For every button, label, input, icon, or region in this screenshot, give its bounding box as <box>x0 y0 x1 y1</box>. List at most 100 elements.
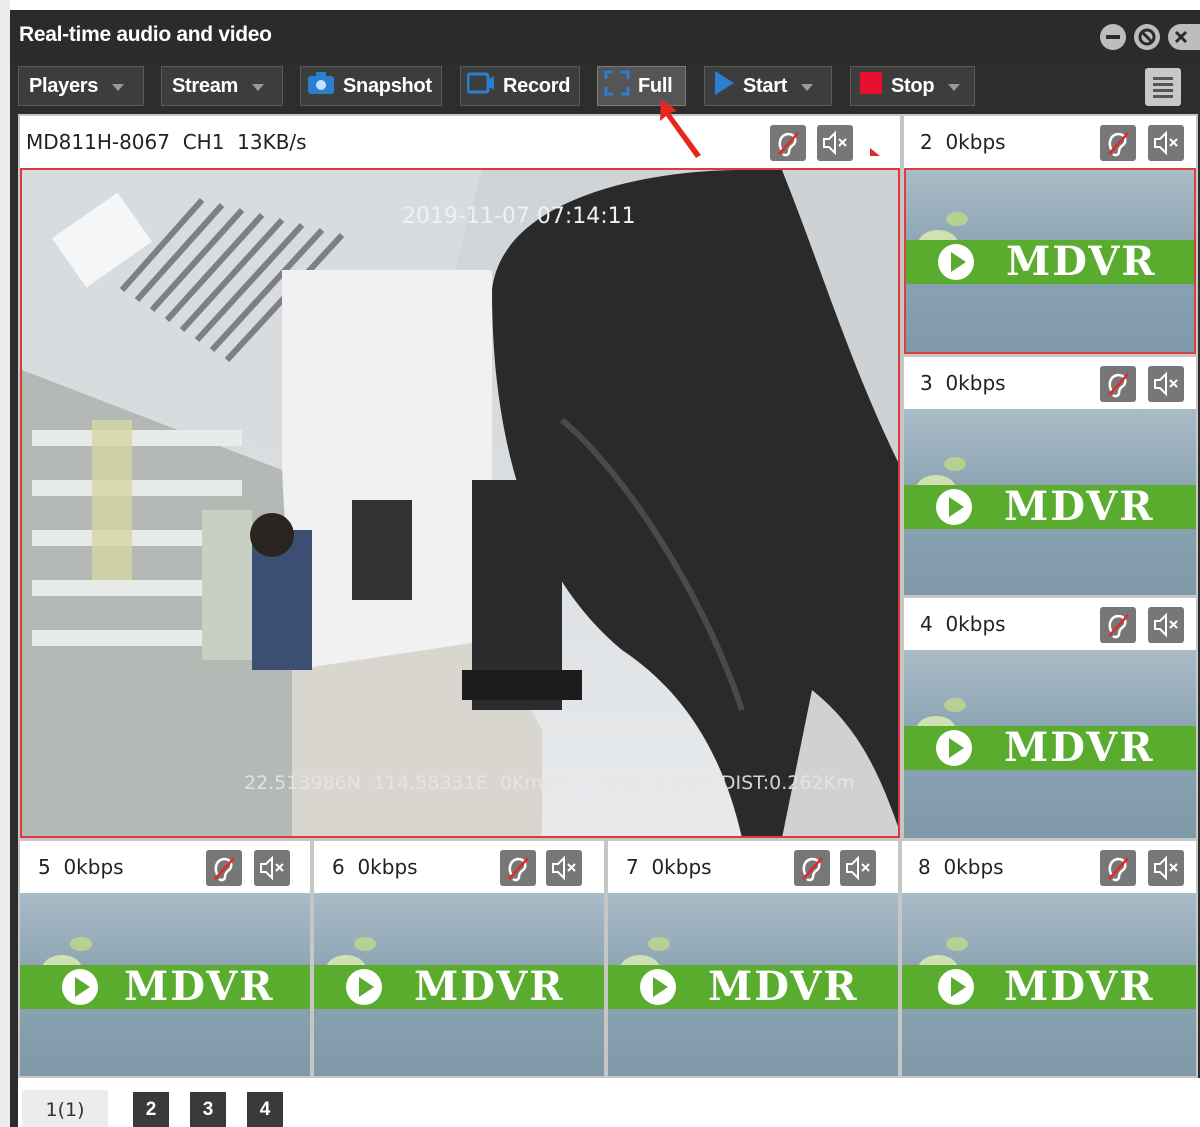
start-label: Start <box>743 74 788 97</box>
stream-dropdown[interactable]: Stream <box>161 66 283 106</box>
channel-video[interactable]: MDVR <box>904 168 1196 354</box>
channel-label: 5 0kbps <box>38 855 124 879</box>
listen-icon[interactable] <box>1100 125 1136 161</box>
listen-icon[interactable] <box>794 850 830 886</box>
channel-label: 3 0kbps <box>920 371 1006 395</box>
channel-cell-2[interactable]: 2 0kbps MDVR <box>904 116 1196 354</box>
red-arrow-annotation-icon <box>660 99 701 158</box>
channel-video[interactable]: MDVR <box>902 893 1196 1076</box>
play-icon <box>713 70 735 102</box>
mdvr-logo: MDVR <box>1004 963 1155 1010</box>
stream-label: Stream <box>172 74 239 97</box>
channel-video[interactable]: MDVR <box>608 893 898 1076</box>
play-logo-icon <box>938 969 974 1005</box>
channel-video[interactable]: MDVR <box>904 409 1196 595</box>
pager-page-4[interactable]: 4 <box>247 1092 283 1127</box>
chevron-down-icon <box>252 83 265 91</box>
chevron-down-icon <box>801 83 814 91</box>
toolbar: Players Stream Snapshot Record Full Star… <box>10 62 1200 114</box>
mdvr-logo: MDVR <box>124 963 275 1010</box>
play-logo-icon <box>346 969 382 1005</box>
mute-icon[interactable] <box>840 850 876 886</box>
channel-header: 2 0kbps <box>904 116 1196 168</box>
main-channel-label: MD811H-8067 CH1 13KB/s <box>26 130 307 154</box>
record-icon <box>466 71 495 101</box>
pager-current[interactable]: 1(1) <box>22 1090 108 1127</box>
listen-icon[interactable] <box>500 850 536 886</box>
players-dropdown[interactable]: Players <box>18 66 144 106</box>
play-logo-icon <box>62 969 98 1005</box>
mdvr-logo: MDVR <box>1004 724 1155 771</box>
minimize-icon[interactable] <box>1100 24 1126 50</box>
channel-cell-3[interactable]: 3 0kbps MDVR <box>904 357 1196 595</box>
channel-header: 5 0kbps <box>20 841 310 893</box>
video-grid: MD811H-8067 CH1 13KB/s 2019-11-07 07:14:… <box>18 114 1198 1078</box>
listen-icon[interactable] <box>770 125 806 161</box>
main-video[interactable]: 2019-11-07 07:14:11 22.513986N 114.58331… <box>20 168 900 838</box>
stop-dropdown[interactable]: Stop <box>850 66 975 106</box>
channel-label: 6 0kbps <box>332 855 418 879</box>
start-dropdown[interactable]: Start <box>704 66 832 106</box>
pager-page-3[interactable]: 3 <box>190 1092 226 1127</box>
channel-label: 8 0kbps <box>918 855 1004 879</box>
mute-icon[interactable] <box>1148 366 1184 402</box>
window: Real-time audio and video Players Stream… <box>10 10 1200 1127</box>
video-timestamp: 2019-11-07 07:14:11 <box>402 204 636 229</box>
channel-label: 2 0kbps <box>920 130 1006 154</box>
mdvr-logo: MDVR <box>1006 238 1157 285</box>
desktop-background <box>0 0 10 1127</box>
main-channel-header: MD811H-8067 CH1 13KB/s <box>20 116 900 168</box>
record-label: Record <box>503 74 571 97</box>
channel-cell-5[interactable]: 5 0kbps MDVR <box>20 841 310 1076</box>
listen-icon[interactable] <box>206 850 242 886</box>
play-logo-icon <box>640 969 676 1005</box>
mute-icon[interactable] <box>1148 607 1184 643</box>
snapshot-label: Snapshot <box>343 74 432 97</box>
restore-icon[interactable] <box>1134 24 1160 50</box>
play-logo-icon <box>936 730 972 766</box>
main-video-cell[interactable]: MD811H-8067 CH1 13KB/s 2019-11-07 07:14:… <box>20 116 900 838</box>
mdvr-logo: MDVR <box>708 963 859 1010</box>
play-logo-icon <box>936 489 972 525</box>
channel-cell-4[interactable]: 4 0kbps MDVR <box>904 598 1196 838</box>
channel-header: 3 0kbps <box>904 357 1196 409</box>
menu-icon[interactable] <box>1145 68 1181 106</box>
mute-icon[interactable] <box>1148 850 1184 886</box>
video-gps-info: 22.513986N 114.58331E 0Km/H TIME:4:03H D… <box>244 772 855 794</box>
stop-icon <box>859 71 883 101</box>
stop-label: Stop <box>891 74 935 97</box>
snapshot-button[interactable]: Snapshot <box>300 66 442 106</box>
chevron-down-icon <box>112 83 125 91</box>
chevron-down-icon <box>948 83 961 91</box>
players-label: Players <box>29 74 99 97</box>
listen-icon[interactable] <box>1100 607 1136 643</box>
channel-header: 7 0kbps <box>608 841 898 893</box>
channel-header: 8 0kbps <box>902 841 1196 893</box>
play-logo-icon <box>938 244 974 280</box>
channel-cell-7[interactable]: 7 0kbps MDVR <box>608 841 898 1076</box>
fullscreen-icon <box>604 70 630 102</box>
camera-icon <box>307 71 335 101</box>
record-button[interactable]: Record <box>460 66 580 106</box>
channel-header: 4 0kbps <box>904 598 1196 650</box>
pager-page-2[interactable]: 2 <box>133 1092 169 1127</box>
corner-marker-icon <box>870 148 880 156</box>
channel-video[interactable]: MDVR <box>314 893 604 1076</box>
mute-icon[interactable] <box>1148 125 1184 161</box>
channel-cell-6[interactable]: 6 0kbps MDVR <box>314 841 604 1076</box>
close-icon[interactable] <box>1168 24 1200 50</box>
mute-icon[interactable] <box>254 850 290 886</box>
channel-header: 6 0kbps <box>314 841 604 893</box>
pager: 1(1) 2 3 4 <box>18 1078 1200 1127</box>
listen-icon[interactable] <box>1100 850 1136 886</box>
mdvr-logo: MDVR <box>414 963 565 1010</box>
camera-feed-image <box>22 170 898 836</box>
channel-cell-8[interactable]: 8 0kbps MDVR <box>902 841 1196 1076</box>
mute-icon[interactable] <box>817 125 853 161</box>
channel-video[interactable]: MDVR <box>20 893 310 1076</box>
title-bar[interactable]: Real-time audio and video <box>10 10 1200 62</box>
mute-icon[interactable] <box>546 850 582 886</box>
channel-label: 4 0kbps <box>920 612 1006 636</box>
listen-icon[interactable] <box>1100 366 1136 402</box>
channel-video[interactable]: MDVR <box>904 650 1196 838</box>
